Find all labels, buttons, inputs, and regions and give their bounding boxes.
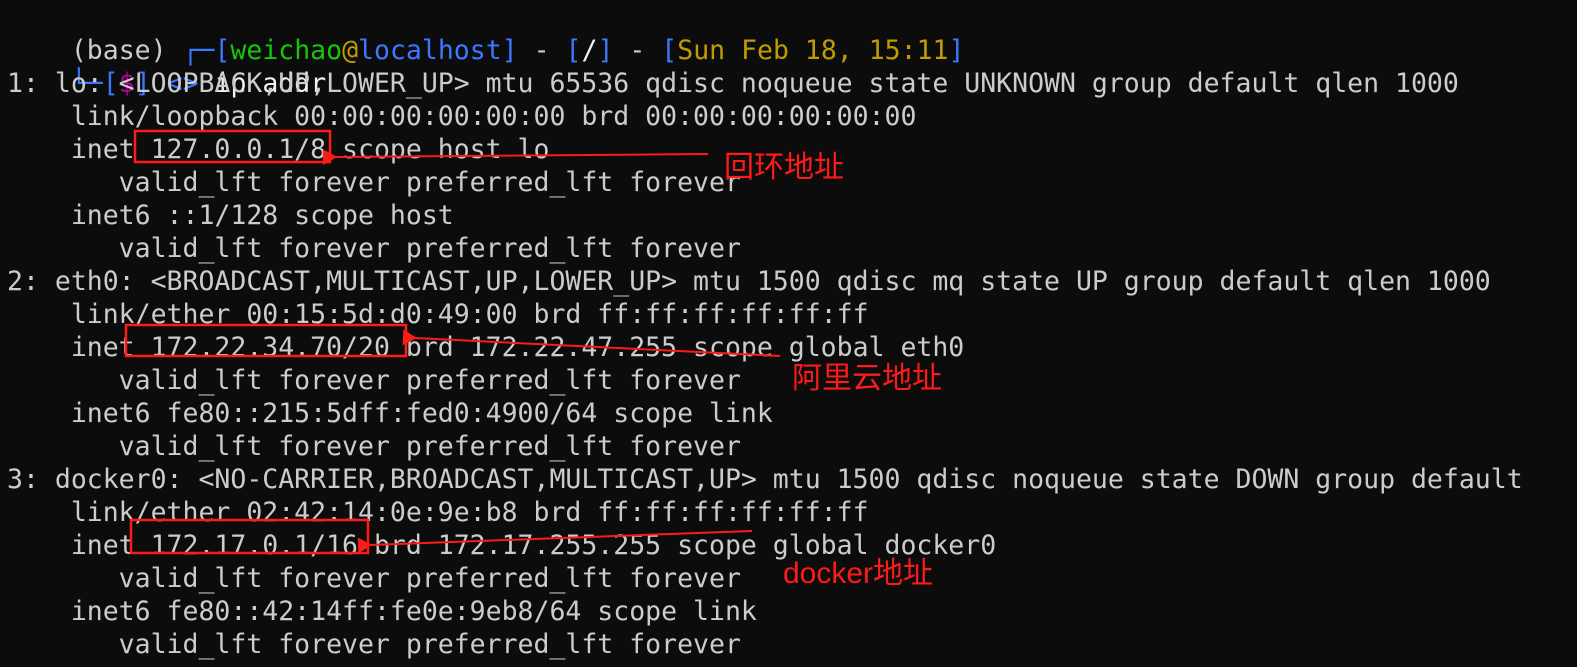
prompt-separator: - [517, 35, 566, 66]
output-line: valid_lft forever preferred_lft forever [7, 365, 741, 396]
output-line: inet 172.22.34.70/20 brd 172.22.47.255 s… [7, 332, 965, 363]
output-line: valid_lft forever preferred_lft forever [7, 629, 741, 660]
cwd-bracket-open: [ [565, 35, 582, 66]
prompt-line-1: (base) ┌─[weichao@localhost] - [/] - [Su… [7, 1, 965, 66]
output-line: 1: lo: <LOOPBACK,UP,LOWER_UP> mtu 65536 … [7, 68, 1459, 99]
prompt-host: localhost [358, 35, 502, 66]
output-line: valid_lft forever preferred_lft forever [7, 167, 741, 198]
output-line: 2: eth0: <BROADCAST,MULTICAST,UP,LOWER_U… [7, 266, 1491, 297]
prompt-at: @ [342, 35, 359, 66]
output-line: 3: docker0: <NO-CARRIER,BROADCAST,MULTIC… [7, 464, 1523, 495]
date-bracket-open: [ [661, 35, 678, 66]
date-bracket-close: ] [948, 35, 965, 66]
output-line: link/ether 00:15:5d:d0:49:00 brd ff:ff:f… [7, 299, 869, 330]
output-line: inet 127.0.0.1/8 scope host lo [7, 134, 550, 165]
prompt-separator-2: - [613, 35, 662, 66]
output-line: inet 172.17.0.1/16 brd 172.17.255.255 sc… [7, 530, 997, 561]
output-line: valid_lft forever preferred_lft forever [7, 233, 741, 264]
output-line: inet6 fe80::42:14ff:fe0e:9eb8/64 scope l… [7, 596, 757, 627]
output-line: inet6 ::1/128 scope host [7, 200, 454, 231]
prompt-bracket-close: ] [501, 35, 518, 66]
cwd-bracket-close: ] [597, 35, 614, 66]
prompt-line-2[interactable]: └─[$] <> ip addr [7, 34, 326, 99]
output-line: valid_lft forever preferred_lft forever [7, 563, 741, 594]
terminal-window[interactable]: (base) ┌─[weichao@localhost] - [/] - [Su… [7, 1, 1572, 660]
output-line: valid_lft forever preferred_lft forever [7, 431, 741, 462]
prompt-cwd: / [581, 35, 598, 66]
output-line: inet6 fe80::215:5dff:fed0:4900/64 scope … [7, 398, 773, 429]
output-line: link/loopback 00:00:00:00:00:00 brd 00:0… [7, 101, 917, 132]
prompt-date: Sun Feb 18, 15:11 [677, 35, 949, 66]
output-line: link/ether 02:42:14:0e:9e:b8 brd ff:ff:f… [7, 497, 869, 528]
